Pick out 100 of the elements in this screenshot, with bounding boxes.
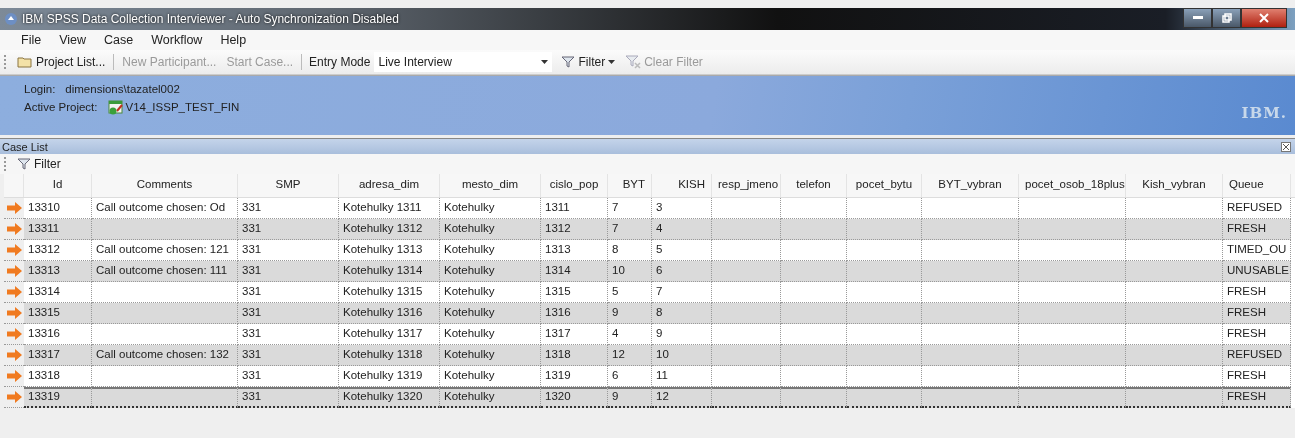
column-header[interactable]: cislo_pop [541, 174, 608, 197]
restore-button[interactable] [1212, 8, 1241, 28]
column-header[interactable]: Queue [1223, 174, 1291, 197]
panel-title: Case List [2, 140, 48, 153]
table-row[interactable]: 13317 Call outcome chosen: 132 331 Kotehulky 1318 Kotehulky 1318 12 10 REFUSED [4, 345, 1295, 366]
table-cell: 13313 [28, 264, 60, 276]
menu-item[interactable]: Help [211, 33, 256, 47]
table-cell: Kotehulky 1320 [343, 390, 423, 402]
table-cell: 13314 [28, 285, 60, 297]
table-cell: Kotehulky [444, 243, 495, 255]
table-cell: 1315 [545, 285, 571, 297]
table-row[interactable]: 13315 331 Kotehulky 1316 Kotehulky 1316 9 8 FRESH [4, 303, 1295, 324]
arrow-icon [6, 223, 22, 235]
column-header[interactable]: adresa_dim [339, 174, 440, 197]
menu-item[interactable]: Case [95, 33, 143, 47]
table-row[interactable]: 13313 Call outcome chosen: 111 331 Kotehulky 1314 Kotehulky 1314 10 6 UNUSABLE [4, 261, 1295, 282]
entry-mode-dropdown[interactable]: Live Interview [374, 52, 553, 72]
close-button[interactable] [1241, 8, 1287, 28]
table-row[interactable]: 13310 Call outcome chosen: Od 331 Kotehulky 1311 Kotehulky 1311 7 3 REFUSED [4, 198, 1295, 219]
column-header[interactable]: Id [24, 174, 92, 197]
table-cell: REFUSED [1227, 348, 1282, 360]
menu-item[interactable]: View [50, 33, 96, 47]
table-cell: Kotehulky 1313 [343, 243, 423, 255]
table-cell: 8 [612, 243, 619, 255]
table-cell: 331 [242, 243, 262, 255]
column-header[interactable]: pocet_bytu [847, 174, 922, 197]
table-cell: Kotehulky [444, 264, 495, 276]
table-cell: 331 [242, 201, 262, 213]
table-cell: 331 [242, 264, 262, 276]
project-label: Active Project: [24, 101, 98, 113]
table-cell: 7 [612, 222, 619, 234]
table-cell: 1314 [545, 264, 571, 276]
table-row[interactable]: 13314 331 Kotehulky 1315 Kotehulky 1315 5 7 FRESH [4, 282, 1295, 303]
close-icon[interactable] [1281, 141, 1291, 152]
project-list-button[interactable]: Project List... [12, 51, 111, 73]
table-cell: 8 [656, 306, 663, 318]
project-icon [107, 99, 124, 115]
table-cell: 13310 [28, 201, 60, 213]
table-cell: Kotehulky [444, 327, 495, 339]
table-cell: Call outcome chosen: Od [96, 201, 226, 213]
table-cell: Kotehulky 1316 [343, 306, 423, 318]
entry-mode-label: Entry Mode [308, 55, 372, 69]
table-cell: 331 [242, 306, 262, 318]
filter-button[interactable]: Filter [12, 153, 66, 175]
menu-item[interactable]: File [12, 33, 51, 47]
table-cell: Kotehulky 1317 [343, 327, 423, 339]
column-header[interactable]: telefon [781, 174, 847, 197]
column-header[interactable]: resp_jmeno [712, 174, 781, 197]
table-cell: 12 [656, 390, 669, 402]
table-cell: Kotehulky [444, 201, 495, 213]
table-cell: 4 [612, 327, 619, 339]
window-title: IBM SPSS Data Collection Interviewer - Auto Synchronization Disabled [22, 12, 399, 26]
table-cell: Kotehulky 1315 [343, 285, 423, 297]
table-row[interactable]: 13318 331 Kotehulky 1319 Kotehulky 1319 6 11 FRESH [4, 366, 1295, 387]
table-row[interactable]: 13311 331 Kotehulky 1312 Kotehulky 1312 7 4 FRESH [4, 219, 1295, 240]
column-header[interactable]: KISH [652, 174, 712, 197]
table-cell: Kotehulky [444, 348, 495, 360]
column-header[interactable]: Comments [92, 174, 238, 197]
table-cell: 1316 [545, 306, 571, 318]
table-cell: 10 [656, 348, 669, 360]
table-cell: Call outcome chosen: 111 [96, 264, 228, 276]
funnel-icon [561, 56, 576, 68]
table-cell: Kotehulky [444, 369, 495, 381]
table-cell: TIMED_OU [1227, 243, 1287, 255]
table-row[interactable]: 13312 Call outcome chosen: 121 331 Kotehulky 1313 Kotehulky 1313 8 5 TIMED_OU [4, 240, 1295, 261]
arrow-icon [6, 370, 22, 382]
column-header[interactable]: BYT [608, 174, 652, 197]
arrow-icon [6, 307, 22, 319]
table-row[interactable]: 13316 331 Kotehulky 1317 Kotehulky 1317 4 9 FRESH [4, 324, 1295, 345]
table-cell: Call outcome chosen: 121 [96, 243, 229, 255]
column-header[interactable]: pocet_osob_18plus [1019, 174, 1126, 197]
logo: IBM. [1241, 104, 1287, 122]
table-cell: 1312 [545, 222, 571, 234]
table-row[interactable]: 13319 331 Kotehulky 1320 Kotehulky 1320 9 12 FRESH [4, 387, 1295, 408]
table-cell: Kotehulky [444, 306, 495, 318]
arrow-icon [6, 349, 22, 361]
filter-button[interactable]: Filter [556, 51, 621, 73]
clear-filter-icon [625, 55, 642, 69]
table-cell: 1319 [545, 369, 571, 381]
table-cell: 9 [656, 327, 663, 339]
column-header[interactable]: mesto_dim [440, 174, 541, 197]
column-header[interactable]: SMP [238, 174, 339, 197]
table-cell: 13316 [28, 327, 60, 339]
table-cell: UNUSABLE [1227, 264, 1289, 276]
table-cell: 13315 [28, 306, 60, 318]
table-cell: Kotehulky [444, 390, 495, 402]
minimize-icon [1192, 16, 1203, 20]
table-cell: Kotehulky 1318 [343, 348, 423, 360]
column-header[interactable]: Kish_vybran [1126, 174, 1223, 197]
caret-icon [608, 60, 616, 64]
arrow-icon [6, 328, 22, 340]
table-cell: 9 [612, 390, 619, 402]
caret-icon [541, 60, 549, 64]
table-cell: Kotehulky 1312 [343, 222, 423, 234]
column-header[interactable]: BYT_vybran [922, 174, 1019, 197]
table-cell: 9 [612, 306, 619, 318]
table-cell: 5 [656, 243, 663, 255]
folder-icon [17, 56, 33, 68]
minimize-button[interactable] [1183, 8, 1212, 28]
menu-item[interactable]: Workflow [142, 33, 212, 47]
